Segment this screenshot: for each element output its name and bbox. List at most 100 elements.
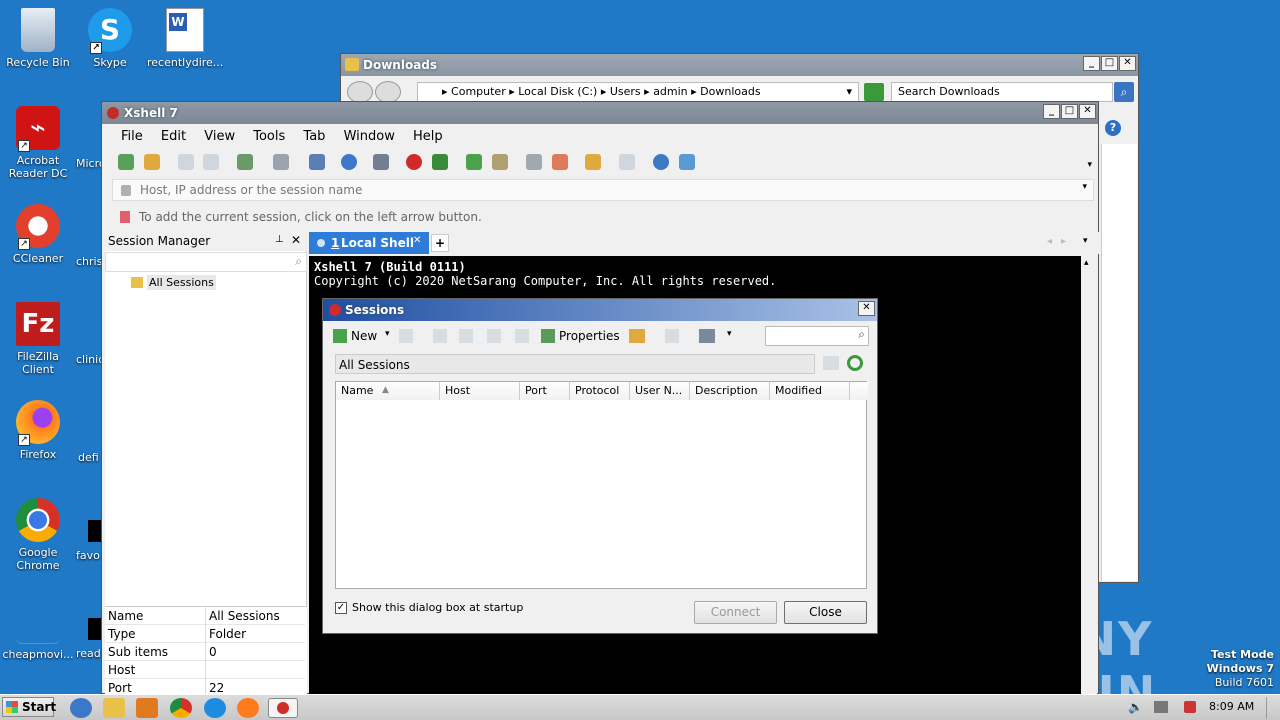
open-folder-icon[interactable] <box>629 329 645 343</box>
menu-edit[interactable]: Edit <box>161 129 186 144</box>
highlight-icon[interactable] <box>551 154 568 170</box>
copy-icon[interactable] <box>459 329 473 343</box>
show-desktop-button[interactable] <box>1266 697 1278 719</box>
session-filter-input[interactable]: ⌕ <box>105 252 307 272</box>
chevron-down-icon[interactable]: ▾ <box>727 329 732 339</box>
menu-help[interactable]: Help <box>413 129 443 144</box>
media-player-icon[interactable] <box>136 698 158 718</box>
breadcrumb-item[interactable]: Downloads <box>700 85 760 98</box>
xshell-taskbar-button[interactable] <box>268 698 298 718</box>
session-search-input[interactable]: ⌕ <box>765 326 869 346</box>
export-icon[interactable] <box>665 329 679 343</box>
sessions-list[interactable]: Name ▲ Host Port Protocol User N... Descr… <box>335 381 868 589</box>
sessions-dialog[interactable]: Sessions ✕ New ▾ Properties ▾ ⌕ All Sess… <box>322 298 878 634</box>
help-icon[interactable]: ? <box>1105 120 1121 136</box>
new-folder-icon[interactable] <box>585 154 602 170</box>
help-icon[interactable] <box>653 154 670 170</box>
pin-icon[interactable]: ⊥ <box>275 234 284 245</box>
chevron-right-icon[interactable]: ▸ <box>1061 236 1066 247</box>
rename-icon[interactable] <box>515 329 529 343</box>
new-folder-icon[interactable] <box>399 329 413 343</box>
breadcrumb-item[interactable]: Users <box>610 85 641 98</box>
column-header-name[interactable]: Name ▲ <box>336 382 440 400</box>
address-bar[interactable]: ▸ Computer ▸ Local Disk (C:) ▸ Users ▸ a… <box>417 82 859 102</box>
chevron-down-icon[interactable]: ▾ <box>1082 182 1087 192</box>
tab-local-shell[interactable]: 1 Local Shell ✕ <box>309 232 429 254</box>
desktop-icon-partial[interactable]: defi <box>78 451 99 464</box>
menu-tools[interactable]: Tools <box>253 129 285 144</box>
desktop-icon-recycle-bin[interactable]: Recycle Bin <box>0 8 76 69</box>
column-header-host[interactable]: Host <box>440 382 520 400</box>
desktop-icon-filezilla[interactable]: Fz FileZilla Client <box>0 302 76 376</box>
transfer-icon[interactable] <box>237 154 254 170</box>
close-button[interactable]: ✕ <box>858 301 875 316</box>
desktop-icon-partial[interactable]: favo <box>76 549 100 562</box>
desktop-icon-partial[interactable]: read <box>76 647 101 660</box>
sessions-titlebar[interactable]: Sessions ✕ <box>323 299 877 321</box>
maximize-button[interactable]: □ <box>1061 104 1078 119</box>
breadcrumb-item[interactable]: Computer <box>451 85 506 98</box>
startup-checkbox[interactable]: ✓ <box>335 602 347 614</box>
chevron-left-icon[interactable]: ◂ <box>1047 236 1052 247</box>
column-header-modified[interactable]: Modified <box>770 382 850 400</box>
desktop-icon-skype[interactable]: S ↗ Skype <box>72 8 148 69</box>
bookmark-icon[interactable] <box>120 211 130 223</box>
downloads-titlebar[interactable]: Downloads _ □ ✕ <box>341 54 1138 76</box>
search-icon[interactable]: ⌕ <box>858 327 865 342</box>
start-button[interactable]: Start <box>2 697 56 717</box>
delete-icon[interactable] <box>433 329 447 343</box>
internet-explorer-icon[interactable] <box>70 698 92 718</box>
open-folder-icon[interactable] <box>143 154 160 170</box>
clock[interactable]: 8:09 AM <box>1209 700 1254 713</box>
new-button[interactable]: New <box>351 329 377 343</box>
search-input[interactable]: Search Downloads <box>891 82 1113 102</box>
font-icon[interactable] <box>372 154 389 170</box>
address-bar[interactable]: Host, IP address or the session name ▾ <box>112 179 1094 201</box>
add-tab-button[interactable]: + <box>431 234 449 252</box>
view-icon[interactable] <box>699 329 715 343</box>
chevron-down-icon[interactable]: ▾ <box>385 329 390 339</box>
desktop-icon-ccleaner[interactable]: ↗ CCleaner <box>0 204 76 265</box>
explorer-icon[interactable] <box>103 698 125 718</box>
menu-view[interactable]: View <box>204 129 235 144</box>
firefox-icon[interactable] <box>237 698 259 718</box>
desktop-icon-firefox[interactable]: ↗ Firefox <box>0 400 76 461</box>
properties-icon[interactable] <box>541 329 555 343</box>
chrome-icon[interactable] <box>170 698 192 718</box>
desktop-icon-acrobat[interactable]: ⌁ ↗ Acrobat Reader DC <box>0 106 76 180</box>
refresh-icon[interactable] <box>847 355 863 371</box>
folder-up-icon[interactable] <box>823 356 839 370</box>
back-button[interactable] <box>347 81 373 103</box>
column-header-description[interactable]: Description <box>690 382 770 400</box>
menu-window[interactable]: Window <box>344 129 395 144</box>
connect-icon[interactable] <box>177 154 194 170</box>
chevron-down-icon[interactable]: ▾ <box>846 83 852 101</box>
desktop-icon-partial[interactable]: chris <box>76 255 102 268</box>
breadcrumb-item[interactable]: admin <box>653 85 687 98</box>
minimize-button[interactable]: _ <box>1043 104 1060 119</box>
paste-icon[interactable] <box>487 329 501 343</box>
maximize-button[interactable]: □ <box>1101 56 1118 71</box>
chevron-up-icon[interactable]: ▴ <box>1084 258 1089 268</box>
xmanager-icon[interactable] <box>432 154 449 170</box>
close-button[interactable]: ✕ <box>1079 104 1096 119</box>
close-button[interactable]: ✕ <box>1119 56 1136 71</box>
terminal-scrollbar[interactable]: ▴ <box>1081 256 1097 694</box>
breadcrumb-item[interactable]: Local Disk (C:) <box>518 85 597 98</box>
lock-icon[interactable] <box>491 154 508 170</box>
close-dialog-button[interactable]: Close <box>784 601 867 624</box>
connect-button[interactable]: Connect <box>694 601 777 624</box>
refresh-icon[interactable] <box>864 83 884 101</box>
find-icon[interactable] <box>273 154 290 170</box>
minimize-button[interactable]: _ <box>1083 56 1100 71</box>
volume-icon[interactable]: 🔈 <box>1128 700 1143 714</box>
edge-icon[interactable] <box>204 698 226 718</box>
column-header-user-name[interactable]: User N... <box>630 382 690 400</box>
properties-button[interactable]: Properties <box>559 329 620 343</box>
layout-icon[interactable] <box>308 154 325 170</box>
desktop-icon-chrome[interactable]: Google Chrome <box>0 498 76 572</box>
new-session-icon[interactable] <box>333 329 347 343</box>
chat-icon[interactable] <box>678 154 695 170</box>
search-icon[interactable]: ⌕ <box>295 254 302 269</box>
globe-icon[interactable] <box>340 154 357 170</box>
